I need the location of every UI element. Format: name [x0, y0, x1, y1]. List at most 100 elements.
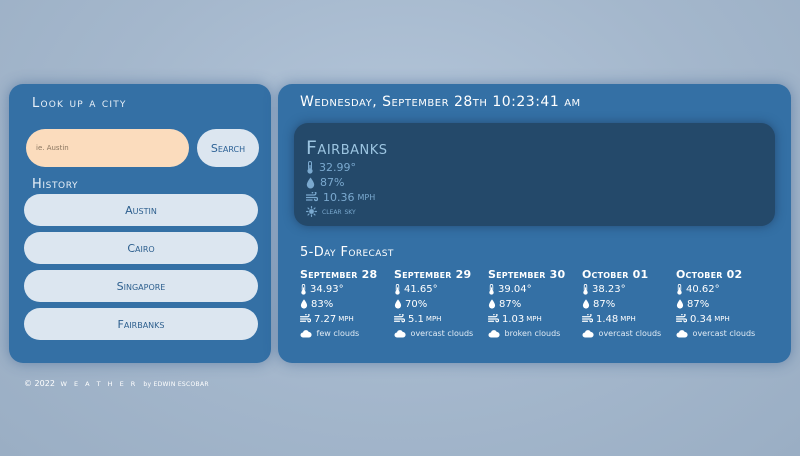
forecast-temp-row: 39.04°: [488, 282, 580, 296]
forecast-temp-row: 34.93°: [300, 282, 392, 296]
current-humidity-row: 87%: [306, 176, 344, 189]
forecast-title: 5-Day Forecast: [300, 245, 394, 260]
forecast-date: September 28: [300, 268, 378, 281]
city-name: Fairbanks: [306, 137, 388, 159]
forecast-wind: 5.1: [408, 313, 424, 325]
forecast-temp: 39.04°: [498, 283, 532, 295]
forecast-temp: 40.62°: [686, 283, 720, 295]
forecast-wind-unit: MPH: [714, 315, 730, 323]
current-temp: 32.99°: [319, 161, 356, 174]
water-drop-icon: [582, 299, 590, 309]
forecast-wind-row: 1.48 MPH: [582, 312, 674, 326]
footer-author: by EDWIN ESCOBAR: [143, 381, 209, 388]
forecast-date: September 29: [394, 268, 472, 281]
forecast-wind-row: 7.27 MPH: [300, 312, 392, 326]
forecast-temp-row: 40.62°: [676, 282, 768, 296]
forecast-humidity-row: 70%: [394, 297, 486, 311]
water-drop-icon: [306, 177, 315, 188]
forecast-temp: 41.65°: [404, 283, 438, 295]
forecast-temp-row: 41.65°: [394, 282, 486, 296]
water-drop-icon: [676, 299, 684, 309]
forecast-temp: 38.23°: [592, 283, 626, 295]
wind-icon: [676, 314, 687, 323]
footer-copyright: © 2022: [24, 379, 55, 388]
history-item-austin[interactable]: Austin: [24, 194, 258, 226]
forecast-day: October 01 38.23° 87% 1.48 MPH overcast …: [582, 268, 674, 341]
cloud-icon: [394, 330, 406, 338]
wind-icon: [488, 314, 499, 323]
current-weather-card: Fairbanks 32.99° 87% 10.36 MPH clear sky: [294, 123, 775, 226]
forecast-wind-row: 5.1 MPH: [394, 312, 486, 326]
forecast-temp-row: 38.23°: [582, 282, 674, 296]
forecast-day: September 29 41.65° 70% 5.1 MPH overcast…: [394, 268, 486, 341]
current-conditions-row: clear sky: [306, 206, 356, 217]
forecast-wind-row: 0.34 MPH: [676, 312, 768, 326]
forecast-date: September 30: [488, 268, 566, 281]
cloud-icon: [676, 330, 688, 338]
forecast-conditions: overcast clouds: [582, 327, 674, 341]
forecast-conditions-text: few clouds: [316, 329, 360, 338]
city-search-input[interactable]: [26, 129, 189, 167]
forecast-date: October 02: [676, 268, 743, 281]
forecast-conditions-text: overcast clouds: [410, 329, 474, 338]
cloud-icon: [300, 330, 312, 338]
current-wind-unit: MPH: [357, 193, 376, 202]
forecast-humidity-row: 83%: [300, 297, 392, 311]
forecast-conditions-text: broken clouds: [504, 329, 561, 338]
cloud-icon: [488, 330, 500, 338]
thermometer-icon: [489, 283, 494, 295]
forecast-conditions: broken clouds: [488, 327, 580, 341]
footer: © 2022 W E A T H E R by EDWIN ESCOBAR: [24, 379, 209, 388]
forecast-humidity: 83%: [311, 298, 334, 310]
search-panel-title: Look up a city: [32, 96, 127, 111]
search-button[interactable]: Search: [197, 129, 259, 167]
forecast-wind-unit: MPH: [526, 315, 542, 323]
weather-panel: Wednesday, September 28th 10:23:41 am Fa…: [278, 84, 791, 363]
forecast-wind: 1.48: [596, 313, 619, 325]
thermometer-icon: [677, 283, 682, 295]
forecast-conditions-text: overcast clouds: [692, 329, 756, 338]
wind-icon: [582, 314, 593, 323]
history-title: History: [32, 177, 79, 192]
forecast-wind-unit: MPH: [338, 315, 354, 323]
forecast-humidity-row: 87%: [582, 297, 674, 311]
forecast-day: September 28 34.93° 83% 7.27 MPH few clo…: [300, 268, 392, 341]
forecast-humidity-row: 87%: [676, 297, 768, 311]
forecast-humidity-row: 87%: [488, 297, 580, 311]
forecast-wind-row: 1.03 MPH: [488, 312, 580, 326]
forecast-humidity: 87%: [593, 298, 616, 310]
forecast-wind: 7.27: [314, 313, 337, 325]
history-list: Austin Cairo Singapore Fairbanks: [24, 194, 258, 346]
forecast-conditions: overcast clouds: [676, 327, 768, 341]
forecast-wind: 0.34: [690, 313, 713, 325]
current-wind-row: 10.36 MPH: [306, 191, 375, 204]
forecast-wind-unit: MPH: [620, 315, 636, 323]
current-humidity: 87%: [320, 176, 345, 189]
forecast-conditions: overcast clouds: [394, 327, 486, 341]
thermometer-icon: [583, 283, 588, 295]
forecast-conditions-text: overcast clouds: [598, 329, 662, 338]
forecast-humidity: 87%: [499, 298, 522, 310]
forecast-humidity: 87%: [687, 298, 710, 310]
forecast-humidity: 70%: [405, 298, 428, 310]
forecast-date: October 01: [582, 268, 649, 281]
history-item-singapore[interactable]: Singapore: [24, 270, 258, 302]
forecast-day: September 30 39.04° 87% 1.03 MPH broken …: [488, 268, 580, 341]
thermometer-icon: [395, 283, 400, 295]
water-drop-icon: [394, 299, 402, 309]
search-panel: Look up a city Search History Austin Cai…: [9, 84, 271, 363]
forecast-conditions: few clouds: [300, 327, 392, 341]
current-conditions: clear sky: [322, 206, 356, 217]
history-item-cairo[interactable]: Cairo: [24, 232, 258, 264]
wind-icon: [394, 314, 405, 323]
water-drop-icon: [300, 299, 308, 309]
forecast-wind: 1.03: [502, 313, 525, 325]
forecast-temp: 34.93°: [310, 283, 344, 295]
footer-brand: W E A T H E R: [60, 380, 138, 388]
forecast-day: October 02 40.62° 87% 0.34 MPH overcast …: [676, 268, 768, 341]
thermometer-icon: [301, 283, 306, 295]
cloud-icon: [582, 330, 594, 338]
wind-icon: [300, 314, 311, 323]
history-item-fairbanks[interactable]: Fairbanks: [24, 308, 258, 340]
current-datetime: Wednesday, September 28th 10:23:41 am: [300, 94, 581, 110]
